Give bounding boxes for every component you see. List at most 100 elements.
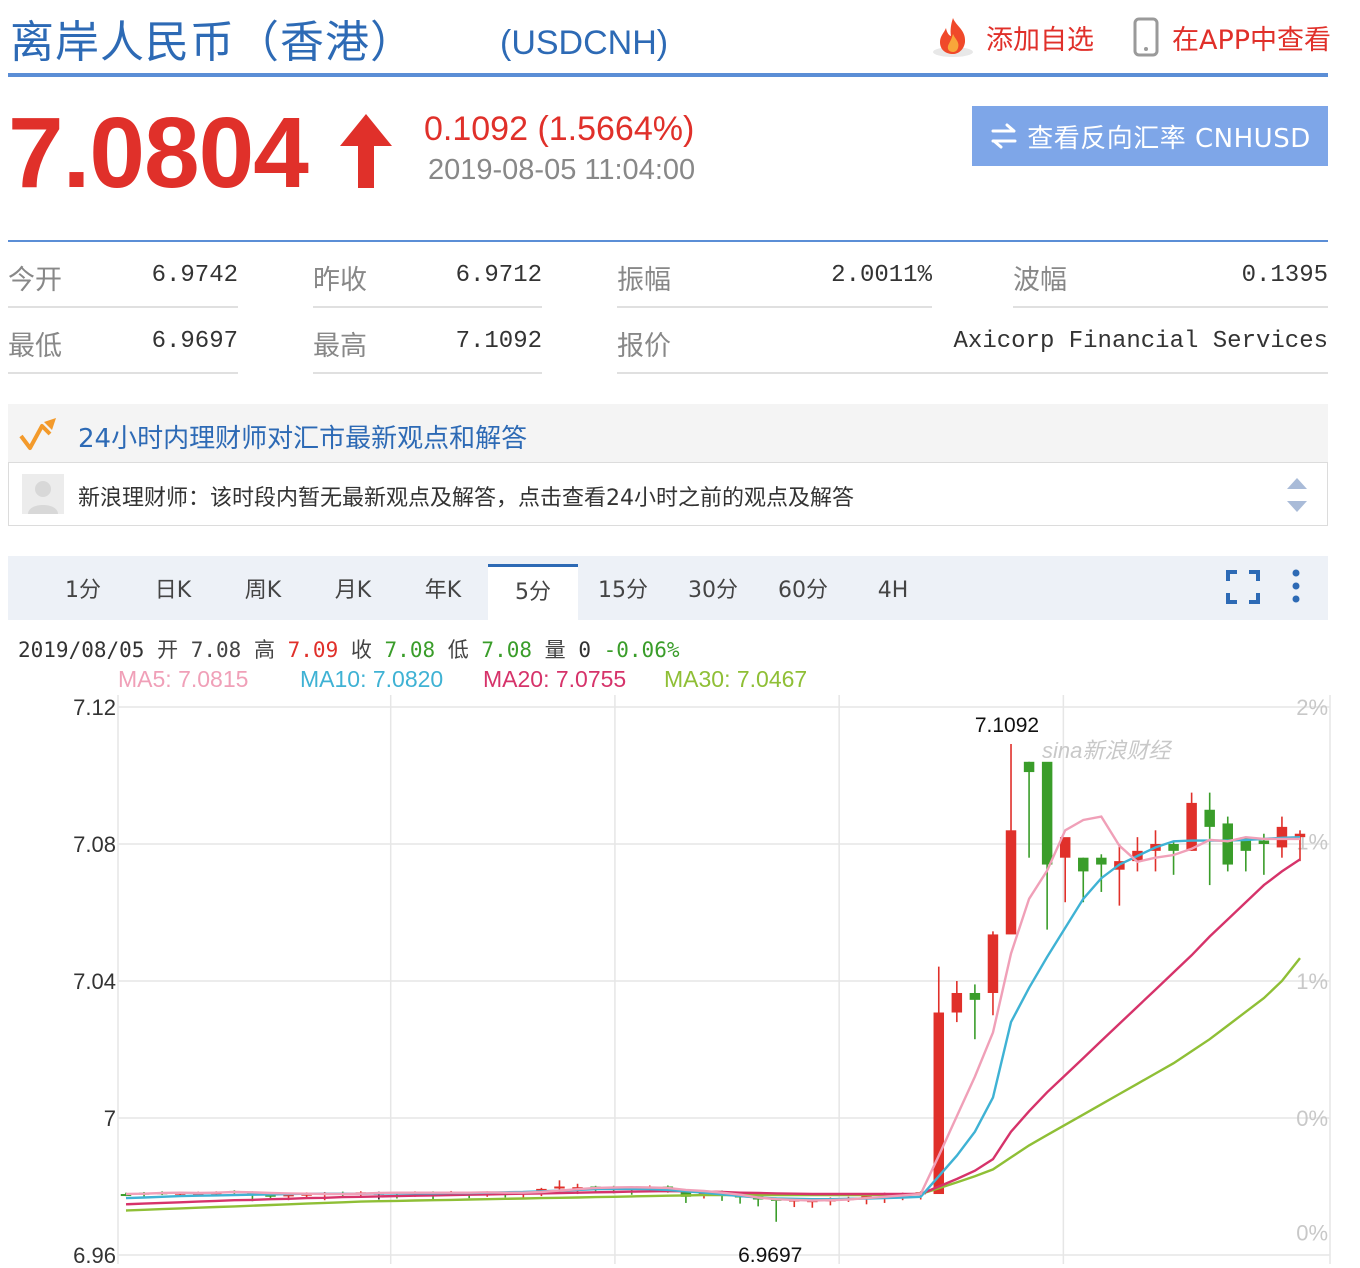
scroll-up-icon[interactable] <box>1286 476 1308 490</box>
tab-year[interactable]: 年K <box>398 566 488 620</box>
prev-close-value: 6.9712 <box>455 262 542 289</box>
tab-month[interactable]: 月K <box>308 566 398 620</box>
y-tick-label: 7.08 <box>73 832 116 857</box>
y-tick-label: 7.04 <box>73 969 116 994</box>
ma30-label: MA30: 7.0467 <box>664 666 808 692</box>
add-watchlist-button[interactable]: 添加自选 <box>930 14 1094 60</box>
more-options-icon[interactable] <box>1288 568 1304 604</box>
tab-day[interactable]: 日K <box>128 566 218 620</box>
quote-source-label: 报价 <box>617 331 671 362</box>
candle-body <box>969 992 981 1000</box>
stat-divider <box>8 306 238 308</box>
ohlc-volume-label: 量 <box>544 638 566 662</box>
swap-icon <box>991 123 1017 149</box>
ohlc-readout: 2019/08/05 开 7.08 高 7.09 收 7.08 低 7.08 量… <box>18 634 679 664</box>
trend-icon <box>19 418 56 450</box>
up-arrow-icon <box>340 114 392 188</box>
stat-divider <box>313 306 542 308</box>
tab-15min[interactable]: 15分 <box>578 566 668 620</box>
range-label: 波幅 <box>1013 265 1067 296</box>
view-in-app-label: 在APP中查看 <box>1172 24 1332 56</box>
ma5-line <box>125 815 1300 1202</box>
reverse-rate-button[interactable]: 查看反向汇率 CNHUSD <box>972 106 1328 166</box>
pct-tick-label: 0% <box>1296 1221 1328 1246</box>
ohlc-date: 2019/08/05 <box>18 638 145 662</box>
watermark: sina新浪财经 <box>1042 738 1172 763</box>
stat-divider <box>1013 306 1328 308</box>
fullscreen-icon[interactable] <box>1226 570 1260 604</box>
page-title: 离岸人民币（香港） <box>10 17 415 68</box>
candle-body <box>1078 857 1089 872</box>
header-divider <box>8 73 1328 77</box>
price-annotation: 7.1092 <box>975 714 1039 737</box>
tab-5min[interactable]: 5分 <box>488 564 578 623</box>
stat-divider <box>617 306 932 308</box>
amplitude-label: 振幅 <box>617 265 671 296</box>
ma20-label: MA20: 7.0755 <box>483 666 627 692</box>
candle-body <box>987 934 999 993</box>
price-annotation: 6.9697 <box>738 1244 802 1267</box>
candle-body <box>1168 844 1179 851</box>
ohlc-volume: 0 <box>578 638 591 662</box>
pct-tick-label: 1% <box>1296 829 1328 854</box>
tab-30min[interactable]: 30分 <box>668 566 758 620</box>
stat-divider <box>8 372 238 374</box>
ohlc-low: 7.08 <box>481 638 532 662</box>
quote-source-value: Axicorp Financial Services <box>953 328 1328 355</box>
ohlc-open: 7.08 <box>190 638 242 662</box>
ohlc-change: -0.06% <box>603 638 680 662</box>
ohlc-close: 7.08 <box>384 638 436 662</box>
high-value: 7.1092 <box>455 328 542 355</box>
kline-chart[interactable]: 7.12 7.08 7.04 7 6.96 2% 1% 1% 0% 0% sina新浪财经7.109… <box>0 690 1360 1268</box>
ohlc-high-label: 高 <box>253 638 275 662</box>
ohlc-low-label: 低 <box>447 638 469 662</box>
symbol-code: (USDCNH) <box>500 24 669 62</box>
candle-body <box>951 992 963 1013</box>
low-value: 6.9697 <box>151 328 238 355</box>
phone-icon <box>1133 17 1159 57</box>
candle-body <box>1005 830 1017 935</box>
stat-divider <box>313 372 542 374</box>
ma20-line <box>125 858 1301 1206</box>
quote-timestamp: 2019-08-05 11:04:00 <box>428 154 696 186</box>
tab-60min[interactable]: 60分 <box>758 566 848 620</box>
price-change: 0.1092 (1.5664%) <box>424 110 695 148</box>
candle-body <box>1222 823 1233 865</box>
pct-tick-label: 0% <box>1296 1106 1328 1131</box>
pct-tick-label: 2% <box>1296 695 1328 720</box>
y-tick-label: 7 <box>104 1106 116 1131</box>
ma30-line <box>125 957 1301 1212</box>
candle-body <box>1186 802 1197 851</box>
scroll-down-icon[interactable] <box>1286 500 1308 514</box>
reverse-rate-label: 查看反向汇率 CNHUSD <box>1027 123 1311 154</box>
tab-1min[interactable]: 1分 <box>38 566 128 620</box>
current-price: 7.0804 <box>8 97 309 209</box>
high-label: 最高 <box>313 331 367 362</box>
candle-body <box>1041 761 1053 865</box>
y-tick-label: 6.96 <box>73 1243 116 1268</box>
quote-divider <box>8 240 1328 242</box>
ma5-label: MA5: 7.0815 <box>118 666 249 692</box>
flame-icon <box>933 18 973 57</box>
advisor-message[interactable]: 新浪理财师：该时段内暂无最新观点及解答，点击查看24小时之前的观点及解答 <box>78 480 854 512</box>
tab-4h[interactable]: 4H <box>848 566 938 620</box>
candle-body <box>1204 809 1215 827</box>
amplitude-value: 2.0011% <box>831 262 932 289</box>
ohlc-open-label: 开 <box>157 638 179 662</box>
tab-week[interactable]: 周K <box>218 566 308 620</box>
candle-body <box>1258 840 1270 844</box>
add-watchlist-label: 添加自选 <box>986 24 1094 56</box>
candle-body <box>554 1186 565 1189</box>
stat-divider <box>617 372 1328 374</box>
pct-tick-label: 1% <box>1296 969 1328 994</box>
open-value: 6.9742 <box>151 262 238 289</box>
prev-close-label: 昨收 <box>313 265 367 296</box>
ohlc-high: 7.09 <box>287 638 339 662</box>
advisor-title[interactable]: 24小时内理财师对汇市最新观点和解答 <box>78 418 527 455</box>
ma10-label: MA10: 7.0820 <box>300 666 444 692</box>
candle-body <box>1096 857 1107 865</box>
view-in-app-button[interactable]: 在APP中查看 <box>1132 14 1331 60</box>
user-icon <box>28 481 58 514</box>
candle-body <box>933 1012 945 1195</box>
ohlc-close-label: 收 <box>350 638 372 662</box>
